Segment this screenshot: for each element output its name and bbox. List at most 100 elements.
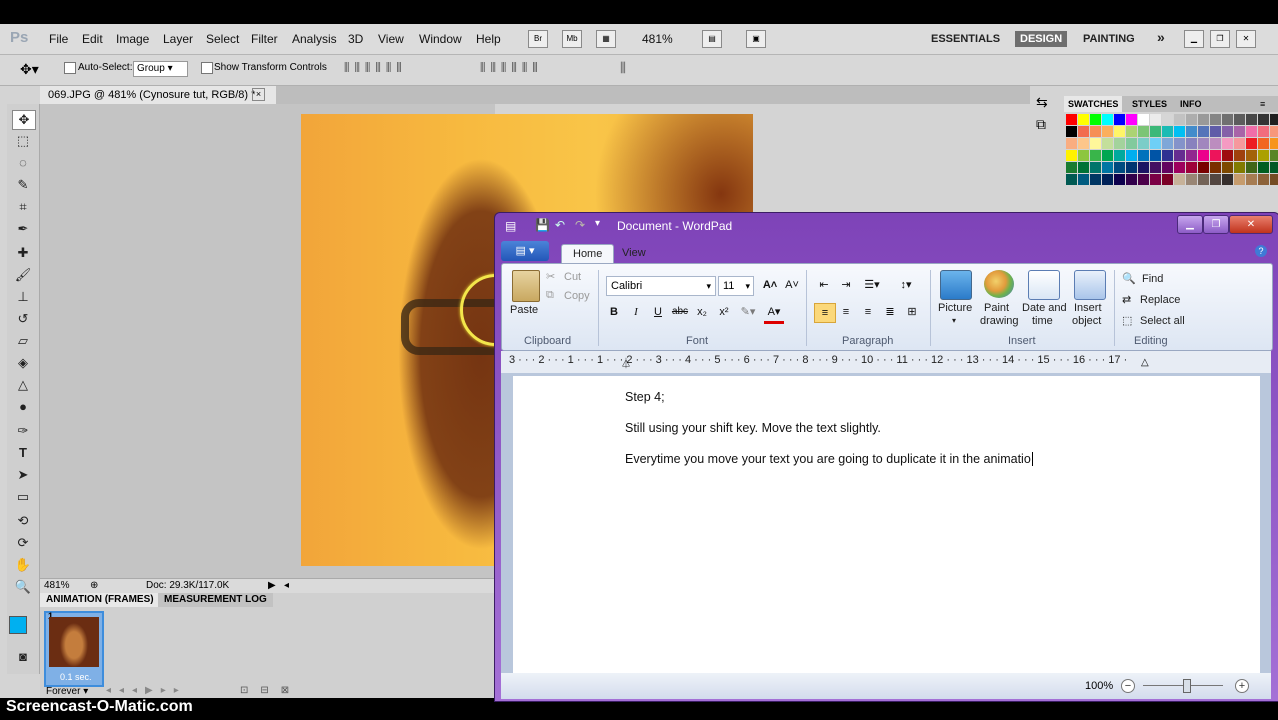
swatch-cell[interactable]	[1102, 126, 1113, 137]
insert-object-button-line2[interactable]: object	[1072, 315, 1101, 327]
zoom-in-icon[interactable]: +	[1235, 679, 1249, 693]
panel-menu-icon[interactable]: ≡	[1256, 96, 1269, 112]
swatch-cell[interactable]	[1102, 114, 1113, 125]
swatch-cell[interactable]	[1150, 126, 1161, 137]
swatch-cell[interactable]	[1234, 138, 1245, 149]
swatch-cell[interactable]	[1138, 138, 1149, 149]
swatch-cell[interactable]	[1210, 126, 1221, 137]
application-menu-button[interactable]: ▤ ▾	[501, 241, 549, 261]
picture-dropdown-icon[interactable]: ▾	[952, 316, 956, 325]
restore-icon[interactable]: ❐	[1210, 30, 1230, 48]
increase-indent-icon[interactable]: ⇥	[836, 276, 856, 294]
swatch-cell[interactable]	[1138, 162, 1149, 173]
loop-dropdown[interactable]: Forever ▾	[46, 686, 88, 697]
replace-icon[interactable]: ⇄	[1122, 293, 1131, 306]
swatch-cell[interactable]	[1270, 114, 1278, 125]
brush-tool-icon[interactable]: 🖌	[12, 266, 34, 284]
menu-file[interactable]: File	[49, 32, 68, 46]
menu-analysis[interactable]: Analysis	[292, 32, 337, 46]
swatch-cell[interactable]	[1198, 174, 1209, 185]
move-tool-icon[interactable]: ✥▾	[20, 61, 39, 78]
swatch-cell[interactable]	[1102, 138, 1113, 149]
wordpad-minimize-icon[interactable]: ▁	[1177, 215, 1203, 234]
swatch-cell[interactable]	[1066, 162, 1077, 173]
swatch-cell[interactable]	[1066, 138, 1077, 149]
swatch-cell[interactable]	[1258, 162, 1269, 173]
clone-stamp-tool-icon[interactable]: ⊥	[12, 288, 34, 306]
paint-drawing-icon[interactable]	[984, 270, 1014, 298]
swatch-cell[interactable]	[1174, 114, 1185, 125]
swatch-cell[interactable]	[1246, 126, 1257, 137]
swatch-cell[interactable]	[1090, 138, 1101, 149]
menu-select[interactable]: Select	[206, 32, 239, 46]
zoom-slider-thumb[interactable]	[1183, 679, 1191, 693]
tab-styles[interactable]: STYLES	[1128, 96, 1171, 112]
swatch-cell[interactable]	[1126, 162, 1137, 173]
redo-icon[interactable]: ↷	[575, 218, 585, 232]
workspace-essentials[interactable]: ESSENTIALS	[926, 31, 1005, 47]
swatch-cell[interactable]	[1126, 174, 1137, 185]
swatch-cell[interactable]	[1270, 138, 1278, 149]
eyedropper-tool-icon[interactable]: ✒	[12, 220, 34, 238]
select-all-icon[interactable]: ⬚	[1122, 314, 1132, 327]
swatch-cell[interactable]	[1186, 126, 1197, 137]
swatch-cell[interactable]	[1174, 174, 1185, 185]
menu-help[interactable]: Help	[476, 32, 501, 46]
swatch-cell[interactable]	[1222, 126, 1233, 137]
swatch-cell[interactable]	[1102, 162, 1113, 173]
swatch-cell[interactable]	[1222, 114, 1233, 125]
swatch-cell[interactable]	[1198, 114, 1209, 125]
swatch-cell[interactable]	[1090, 114, 1101, 125]
swatch-cell[interactable]	[1246, 114, 1257, 125]
tab-animation-frames[interactable]: ANIMATION (FRAMES)	[40, 593, 160, 607]
zoom-tool-icon[interactable]: 🔍	[12, 578, 34, 596]
paint-drawing-button-line2[interactable]: drawing	[980, 315, 1019, 327]
paragraph-3[interactable]: Everytime you move your text you are goi…	[625, 452, 1033, 466]
workspace-design[interactable]: DESIGN	[1015, 31, 1068, 47]
menu-edit[interactable]: Edit	[82, 32, 103, 46]
swatch-cell[interactable]	[1126, 150, 1137, 161]
swatch-cell[interactable]	[1150, 162, 1161, 173]
swatch-cell[interactable]	[1102, 150, 1113, 161]
tab-home[interactable]: Home	[561, 244, 615, 264]
swatch-cell[interactable]	[1126, 138, 1137, 149]
swatch-cell[interactable]	[1186, 138, 1197, 149]
swatch-cell[interactable]	[1258, 150, 1269, 161]
eraser-tool-icon[interactable]: ▱	[12, 332, 34, 350]
swatch-cell[interactable]	[1234, 162, 1245, 173]
animation-frame[interactable]: 1 0.1 sec.	[44, 611, 104, 687]
swatch-cell[interactable]	[1162, 114, 1173, 125]
blur-tool-icon[interactable]: △	[12, 376, 34, 394]
swatch-cell[interactable]	[1138, 174, 1149, 185]
bold-icon[interactable]: B	[604, 303, 624, 321]
healing-brush-tool-icon[interactable]: ✚	[12, 244, 34, 262]
swatch-cell[interactable]	[1090, 162, 1101, 173]
swatch-cell[interactable]	[1114, 174, 1125, 185]
3d-rotate-tool-icon[interactable]: ⟲	[12, 512, 34, 530]
playback-controls-icons[interactable]: ◂◂◂▶▸▸	[106, 685, 187, 696]
workspace-more-icon[interactable]: »	[1152, 27, 1170, 47]
find-button[interactable]: Find	[1142, 273, 1163, 285]
tab-info[interactable]: INFO	[1176, 96, 1206, 112]
minibridge-button[interactable]: Mb	[562, 30, 582, 48]
document-tab[interactable]: 069.JPG @ 481% (Cynosure tut, RGB/8) * ×	[40, 86, 276, 104]
undo-icon[interactable]: ↶	[555, 218, 565, 232]
swatch-cell[interactable]	[1162, 138, 1173, 149]
status-arrow-icon[interactable]: ▶	[268, 579, 276, 593]
swatch-cell[interactable]	[1174, 126, 1185, 137]
swatch-cell[interactable]	[1162, 174, 1173, 185]
arrange-documents-icon[interactable]: ▤	[702, 30, 722, 48]
swatch-cell[interactable]	[1066, 126, 1077, 137]
swatch-cell[interactable]	[1114, 138, 1125, 149]
wordpad-maximize-icon[interactable]: ❐	[1203, 215, 1229, 234]
swatch-cell[interactable]	[1234, 114, 1245, 125]
decrease-indent-icon[interactable]: ⇤	[814, 276, 834, 294]
align-center-icon[interactable]: ≡	[836, 303, 856, 321]
shrink-font-icon[interactable]: A˅	[782, 276, 802, 294]
swatch-cell[interactable]	[1138, 150, 1149, 161]
rectangle-tool-icon[interactable]: ▭	[12, 488, 34, 506]
wordpad-close-icon[interactable]: ✕	[1229, 215, 1273, 234]
subscript-icon[interactable]: x₂	[692, 303, 712, 321]
bullet-list-icon[interactable]: ☰▾	[862, 276, 882, 294]
auto-select-dropdown[interactable]: Group ▾	[133, 61, 188, 77]
